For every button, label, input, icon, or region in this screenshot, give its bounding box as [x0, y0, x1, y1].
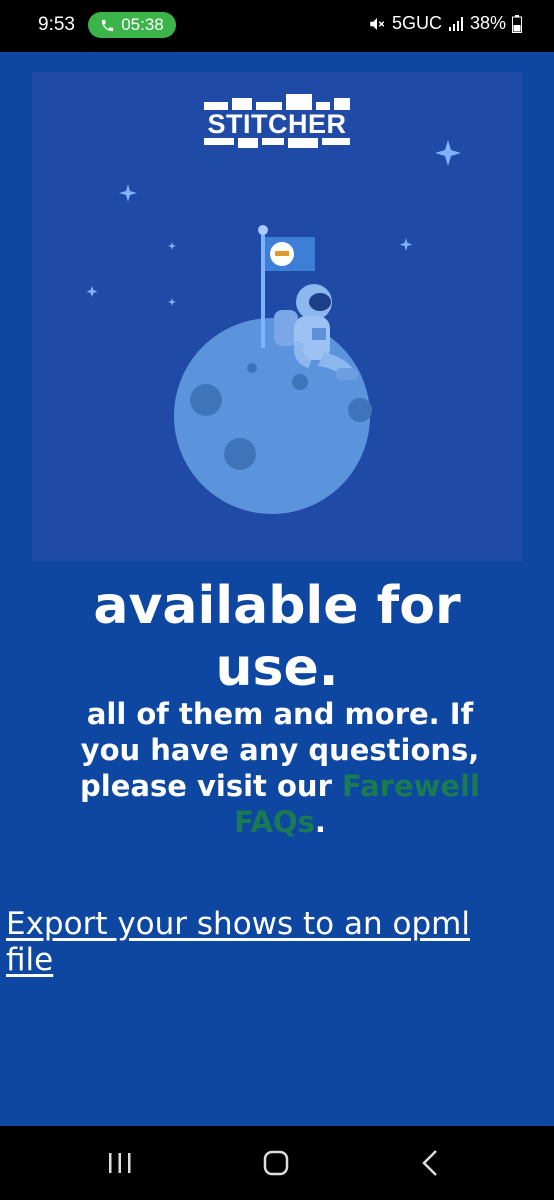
- status-time: 9:53: [38, 14, 75, 35]
- mute-icon: [370, 17, 385, 30]
- network-type: 5GUC: [391, 13, 442, 33]
- home-icon[interactable]: [256, 1146, 296, 1180]
- headline-line-2: use.: [215, 638, 339, 698]
- battery-percent: 38%: [469, 13, 506, 33]
- ongoing-call-pill[interactable]: 05:38: [88, 12, 176, 38]
- export-opml-link[interactable]: Export your shows to an opml file: [6, 906, 526, 978]
- status-icons: 5GUC 38%: [368, 13, 522, 34]
- back-icon[interactable]: [410, 1146, 450, 1180]
- phone-icon: [102, 19, 114, 31]
- hero-illustration: STITCHER: [32, 72, 522, 561]
- star-icons: [86, 140, 461, 306]
- astronaut-moon-art: [86, 140, 461, 514]
- navigation-bar: [0, 1126, 554, 1200]
- signal-icon: [448, 16, 463, 31]
- recent-apps-icon[interactable]: [100, 1146, 140, 1180]
- headline-line-1: available for: [93, 576, 461, 636]
- status-bar: 9:53 05:38 5GUC 38%: [0, 0, 554, 52]
- farewell-message: all of them and more. If you have any qu…: [60, 696, 500, 840]
- battery-icon: [512, 14, 522, 33]
- call-duration: 05:38: [121, 15, 164, 34]
- message-end: .: [314, 805, 326, 839]
- headline: available for use.: [0, 575, 554, 699]
